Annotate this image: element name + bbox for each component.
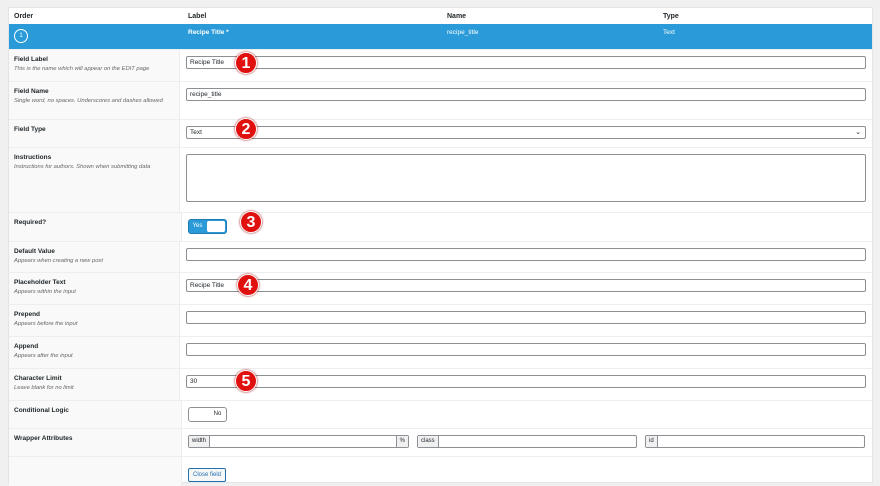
wrapper-id-input[interactable]: id [645,435,865,448]
row-instructions: Instructions Instructions for authors. Sh… [9,147,872,212]
row-prepend: Prepend Appears before the input [9,304,872,336]
label: Field Name [14,88,49,95]
instructions-textarea[interactable] [186,154,866,202]
desc: Instructions for authors. Shown when sub… [14,164,151,170]
field-name-text: recipe_title [447,29,479,36]
character-limit-input[interactable]: 30 [186,375,866,388]
toggle-label: Yes [192,223,203,229]
row-field-type: Field Type Text ⌄ 2 [9,118,872,147]
field-order-badge[interactable]: 1 [14,29,28,43]
row-required: Required? Yes 3 [9,211,872,241]
conditional-logic-toggle[interactable]: No [188,407,227,422]
field-type-text: Text [663,29,675,36]
row-placeholder: Placeholder Text Appears within the input… [9,272,872,304]
default-value-input[interactable] [186,248,866,261]
col-order: Order [14,13,34,20]
row-actions: Close field [9,456,872,486]
row-default-value: Default Value Appears when creating a new… [9,241,872,272]
desc: Leave blank for no limit [14,385,74,391]
col-label: Label [188,13,207,20]
row-conditional-logic: Conditional Logic No [9,400,872,428]
desc: Appears after the input [14,353,73,359]
desc: Appears when creating a new post [14,258,103,264]
row-append: Append Appears after the input [9,336,872,368]
chevron-down-icon: ⌄ [855,129,861,136]
field-name-input[interactable]: recipe_title [186,88,866,101]
wrapper-class-input[interactable]: class [417,435,637,448]
field-row-selected[interactable]: 1 Recipe Title * recipe_title Text [9,24,872,49]
desc: This is the name which will appear on th… [14,66,150,72]
annotation-4: 4 [237,274,259,296]
annotation-5: 5 [235,370,257,392]
field-editor-panel: Order Label Name Type 1 Recipe Title * r… [8,7,873,486]
annotation-2: 2 [235,118,257,140]
label: Prepend [14,311,41,318]
prepend-input[interactable] [186,311,866,324]
close-field-button[interactable]: Close field [188,468,227,482]
label: Default Value [14,248,55,255]
desc: Appears before the input [14,321,78,327]
class-prefix: class [418,436,439,447]
select-value: Text [190,129,202,136]
toggle-label: No [213,411,222,417]
annotation-1: 1 [235,52,257,74]
row-field-label: Field Label This is the name which will a… [9,49,872,81]
required-toggle[interactable]: Yes [188,219,227,234]
label: Field Label [14,56,48,63]
label: Conditional Logic [14,407,69,414]
id-prefix: id [646,436,658,447]
row-wrapper-attributes: Wrapper Attributes width% class id [9,428,872,456]
row-character-limit: Character Limit Leave blank for no limit … [9,368,872,400]
toggle-knob [190,409,208,420]
label: Character Limit [14,375,62,382]
label: Instructions [14,154,52,161]
field-type-select[interactable]: Text ⌄ [186,126,866,139]
toggle-knob [207,221,225,232]
desc: Single word, no spaces. Underscores and … [14,98,163,104]
table-header: Order Label Name Type [9,8,872,24]
label: Append [14,343,39,350]
label: Required? [14,219,47,226]
append-input[interactable] [186,343,866,356]
annotation-3: 3 [240,211,262,233]
percent-suffix: % [395,436,408,447]
label: Placeholder Text [14,279,66,286]
width-prefix: width [189,436,211,447]
label: Field Type [14,126,46,133]
col-name: Name [447,13,467,20]
col-type: Type [663,13,679,20]
desc: Appears within the input [14,289,76,295]
placeholder-input[interactable]: Recipe Title [186,279,866,292]
row-field-name: Field Name Single word, no spaces. Unders… [9,81,872,119]
field-label-text[interactable]: Recipe Title * [188,29,229,36]
wrapper-width-input[interactable]: width% [188,435,409,448]
label: Wrapper Attributes [14,435,73,442]
field-label-input[interactable]: Recipe Title [186,56,866,69]
